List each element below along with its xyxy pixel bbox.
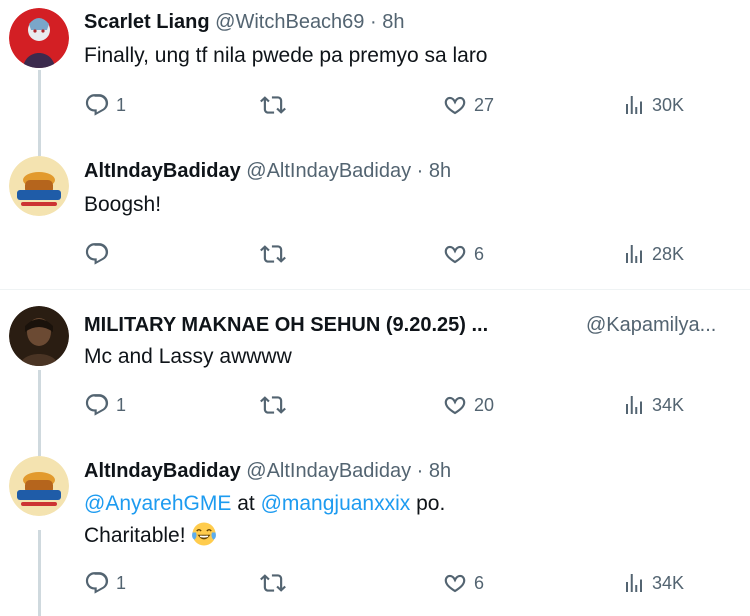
user-handle[interactable]: @AltIndayBadiday [246,160,411,182]
mention-link[interactable]: @mangjuanxxix [261,492,411,515]
laughing-crying-emoji-icon [192,522,217,546]
tweet-header: AltIndayBadiday @AltIndayBadiday · 8h [84,459,451,483]
mention-link[interactable]: @AnyarehGME [84,492,231,515]
views-count: 34K [652,572,685,593]
avatar[interactable] [9,8,69,68]
repost-icon [260,574,286,592]
tweet-header: MILITARY MAKNAE OH SEHUN (9.20.25) ... @… [84,313,734,337]
user-handle[interactable]: @AltIndayBadiday [246,460,411,482]
reply-count: 1 [116,394,127,415]
tweet-header: AltIndayBadiday @AltIndayBadiday · 8h [84,159,451,183]
repost-icon [260,96,286,114]
timestamp[interactable]: · 8h [417,160,451,182]
heart-icon [444,574,466,593]
views-button[interactable]: 30K [622,90,684,120]
reply-icon [85,572,109,594]
tweet-text-fragment: Charitable! [84,524,186,547]
views-count: 28K [652,243,685,264]
like-count: 27 [474,94,495,115]
like-button[interactable]: 6 [442,239,484,269]
user-handle[interactable]: @WitchBeach69 [215,11,364,33]
reply-button[interactable] [84,239,116,269]
tweet-text-fragment: po. [410,492,446,515]
display-name[interactable]: AltIndayBadiday [84,160,241,182]
like-count: 6 [474,572,485,593]
views-icon [626,396,642,414]
reply-count: 1 [116,94,127,115]
like-count: 6 [474,243,485,264]
tweet-text: Finally, ung tf nila pwede pa premyo sa … [84,44,488,67]
reply-button[interactable]: 1 [84,568,126,598]
tweet[interactable]: Scarlet Liang @WitchBeach69 · 8h Finally… [0,0,750,140]
tweet-text-line: @AnyarehGME at @mangjuanxxix po. [84,488,445,520]
reply-icon [85,94,109,116]
views-icon [626,96,642,114]
repost-button[interactable] [260,239,292,269]
tweet-actions: 1 27 30K [84,90,724,120]
display-name[interactable]: Scarlet Liang [84,11,210,33]
timestamp[interactable]: · 8h [370,11,404,33]
user-handle[interactable]: @Kapamilya... [586,313,716,337]
display-name[interactable]: MILITARY MAKNAE OH SEHUN (9.20.25) ... [84,314,488,336]
reply-count: 1 [116,572,127,593]
display-name[interactable]: AltIndayBadiday [84,460,241,482]
tweet-actions: 6 28K [84,239,724,269]
heart-icon [444,396,466,415]
avatar[interactable] [9,306,69,366]
tweet-text: @AnyarehGME at @mangjuanxxix po. Charita… [84,488,445,552]
views-icon [626,245,642,263]
tweet-text-fragment: at [231,492,261,515]
views-count: 30K [652,94,685,115]
tweet-header: Scarlet Liang @WitchBeach69 · 8h [84,10,404,34]
heart-icon [444,96,466,115]
tweet-text: Boogsh! [84,193,162,216]
avatar[interactable] [9,156,69,216]
views-icon [626,574,642,592]
tweet-actions: 1 6 34K [84,568,724,598]
repost-button[interactable] [260,568,292,598]
repost-button[interactable] [260,90,292,120]
tweet[interactable]: AltIndayBadiday @AltIndayBadiday · 8h @A… [0,440,750,616]
repost-icon [260,245,286,263]
tweet-actions: 1 20 34K [84,390,724,420]
views-count: 34K [652,394,685,415]
reply-icon [85,394,109,416]
views-button[interactable]: 28K [622,239,684,269]
timestamp[interactable]: · 8h [417,460,451,482]
avatar[interactable] [9,456,69,516]
repost-button[interactable] [260,390,292,420]
like-count: 20 [474,394,495,415]
heart-icon [444,245,466,264]
views-button[interactable]: 34K [622,568,684,598]
reply-icon [85,243,109,265]
tweet-text: Mc and Lassy awwww [84,345,292,368]
repost-icon [260,396,286,414]
like-button[interactable]: 20 [442,390,494,420]
views-button[interactable]: 34K [622,390,684,420]
reply-button[interactable]: 1 [84,90,126,120]
reply-button[interactable]: 1 [84,390,126,420]
tweet-text-line: Charitable! [84,520,445,552]
like-button[interactable]: 27 [442,90,494,120]
tweet[interactable]: AltIndayBadiday @AltIndayBadiday · 8h Bo… [0,140,750,288]
like-button[interactable]: 6 [442,568,484,598]
tweet[interactable]: MILITARY MAKNAE OH SEHUN (9.20.25) ... @… [0,290,750,440]
